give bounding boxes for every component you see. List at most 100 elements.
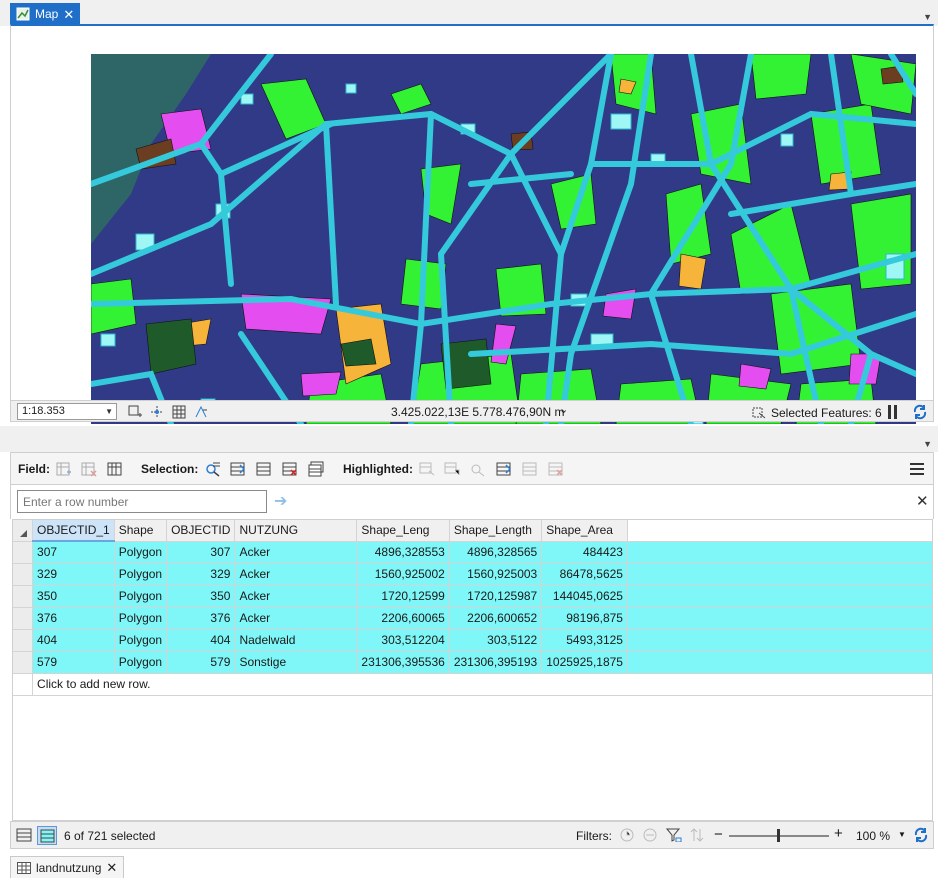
row-header[interactable] bbox=[13, 607, 34, 630]
cell-shape-area[interactable]: 5493,3125 bbox=[541, 629, 628, 652]
cell-shape-area[interactable]: 98196,875 bbox=[541, 607, 628, 630]
selected-features[interactable]: Selected Features: 6 bbox=[751, 405, 882, 420]
cell-shape-leng[interactable]: 2206,60065 bbox=[356, 607, 450, 630]
sort-arrows-icon[interactable] bbox=[689, 827, 705, 842]
cell-shape-leng[interactable]: 1720,12599 bbox=[356, 585, 450, 608]
cell-objectid[interactable]: 579 bbox=[166, 651, 236, 674]
row-header[interactable] bbox=[13, 629, 34, 652]
grid-add-icon[interactable] bbox=[127, 404, 143, 419]
col-header-shape-leng[interactable]: Shape_Leng bbox=[356, 520, 450, 542]
row-number-input[interactable] bbox=[17, 490, 267, 513]
cell-nutzung[interactable]: Acker bbox=[234, 563, 358, 586]
cell-objectid-1[interactable]: 350 bbox=[32, 585, 115, 608]
zoom-to-highlighted-icon[interactable] bbox=[419, 461, 435, 477]
pause-icon[interactable] bbox=[887, 405, 899, 419]
close-icon[interactable]: ✕ bbox=[916, 492, 929, 510]
cell-shape-area[interactable]: 484423 bbox=[541, 541, 628, 564]
cell-shape[interactable]: Polygon bbox=[114, 607, 168, 630]
snapping-icon[interactable] bbox=[149, 404, 165, 419]
refresh-icon[interactable] bbox=[912, 826, 930, 844]
zoom-out-button[interactable]: − bbox=[714, 826, 723, 843]
cell-objectid-1[interactable]: 579 bbox=[32, 651, 115, 674]
col-header-shape-area[interactable]: Shape_Area bbox=[541, 520, 628, 542]
cell-shape-leng[interactable]: 4896,328553 bbox=[356, 541, 450, 564]
cell-shape[interactable]: Polygon bbox=[114, 563, 168, 586]
col-header-objectid-1[interactable]: OBJECTID_1 bbox=[32, 520, 115, 542]
select-by-attributes-icon[interactable] bbox=[205, 461, 221, 477]
cell-objectid-1[interactable]: 404 bbox=[32, 629, 115, 652]
row-header[interactable] bbox=[13, 541, 34, 564]
cell-shape-length[interactable]: 2206,600652 bbox=[449, 607, 543, 630]
refresh-icon[interactable] bbox=[911, 403, 929, 421]
add-row[interactable]: Click to add new row. bbox=[13, 673, 932, 696]
flash-highlighted-icon[interactable] bbox=[470, 461, 486, 477]
chevron-down-icon[interactable]: ⌄ bbox=[559, 403, 568, 416]
constraints-icon[interactable] bbox=[193, 404, 209, 419]
add-field-icon[interactable] bbox=[56, 461, 72, 477]
cell-nutzung[interactable]: Sonstige bbox=[234, 651, 358, 674]
time-filter-icon[interactable] bbox=[619, 827, 635, 842]
delete-highlighted-icon[interactable] bbox=[548, 461, 564, 477]
row-header[interactable] bbox=[13, 673, 34, 696]
col-header-objectid[interactable]: OBJECTID bbox=[166, 520, 236, 542]
table-row[interactable]: 329 Polygon 329 Acker 1560,925002 1560,9… bbox=[13, 563, 932, 586]
cell-objectid[interactable]: 350 bbox=[166, 585, 236, 608]
table-row[interactable]: 404 Polygon 404 Nadelwald 303,512204 303… bbox=[13, 629, 932, 652]
chevron-down-icon[interactable]: ▼ bbox=[105, 404, 113, 419]
col-header-nutzung[interactable]: NUTZUNG bbox=[234, 520, 358, 542]
delete-field-icon[interactable] bbox=[81, 461, 97, 477]
cell-shape-leng[interactable]: 231306,395536 bbox=[356, 651, 450, 674]
chevron-down-icon[interactable]: ▼ bbox=[923, 439, 932, 449]
col-header-shape[interactable]: Shape bbox=[114, 520, 168, 542]
cell-shape-length[interactable]: 303,5122 bbox=[449, 629, 543, 652]
col-header-shape-length[interactable]: Shape_Length bbox=[449, 520, 543, 542]
add-row-prompt[interactable]: Click to add new row. bbox=[32, 673, 932, 696]
row-header[interactable] bbox=[13, 651, 34, 674]
close-icon[interactable]: ✕ bbox=[106, 861, 117, 874]
chevron-down-icon[interactable]: ▼ bbox=[898, 830, 906, 839]
cell-objectid-1[interactable]: 376 bbox=[32, 607, 115, 630]
cell-objectid[interactable]: 307 bbox=[166, 541, 236, 564]
cell-shape-length[interactable]: 1720,125987 bbox=[449, 585, 543, 608]
row-header[interactable] bbox=[13, 585, 34, 608]
filter-extent-icon[interactable] bbox=[666, 827, 682, 842]
zoom-in-button[interactable]: + bbox=[834, 825, 843, 842]
calculate-field-icon[interactable] bbox=[107, 461, 123, 477]
cell-nutzung[interactable]: Nadelwald bbox=[234, 629, 358, 652]
menu-icon[interactable] bbox=[910, 463, 924, 475]
switch-selection-icon[interactable] bbox=[230, 461, 246, 477]
cell-objectid[interactable]: 404 bbox=[166, 629, 236, 652]
cell-shape-length[interactable]: 4896,328565 bbox=[449, 541, 543, 564]
arrow-right-icon[interactable]: ➔ bbox=[274, 491, 287, 511]
table-row[interactable]: 350 Polygon 350 Acker 1720,12599 1720,12… bbox=[13, 585, 932, 608]
range-filter-icon[interactable] bbox=[642, 827, 658, 842]
delete-selected-icon[interactable] bbox=[308, 461, 324, 477]
grid-icon[interactable] bbox=[171, 404, 187, 419]
tab-landnutzung[interactable]: landnutzung ✕ bbox=[10, 856, 125, 878]
cell-objectid-1[interactable]: 329 bbox=[32, 563, 115, 586]
table-row[interactable]: 307 Polygon 307 Acker 4896,328553 4896,3… bbox=[13, 541, 932, 564]
cell-shape-leng[interactable]: 303,512204 bbox=[356, 629, 450, 652]
cell-shape-area[interactable]: 86478,5625 bbox=[541, 563, 628, 586]
cell-shape[interactable]: Polygon bbox=[114, 585, 168, 608]
cell-objectid[interactable]: 329 bbox=[166, 563, 236, 586]
close-icon[interactable]: ✕ bbox=[63, 8, 74, 21]
cell-shape-area[interactable]: 144045,0625 bbox=[541, 585, 628, 608]
clear-selection-icon[interactable] bbox=[282, 461, 298, 477]
table-row[interactable]: 376 Polygon 376 Acker 2206,60065 2206,60… bbox=[13, 607, 932, 630]
cell-shape-area[interactable]: 1025925,1875 bbox=[541, 651, 628, 674]
zoom-percent[interactable]: 100 % bbox=[856, 829, 890, 843]
cell-shape[interactable]: Polygon bbox=[114, 541, 168, 564]
map-view[interactable] bbox=[10, 24, 934, 424]
cell-nutzung[interactable]: Acker bbox=[234, 541, 358, 564]
table-row[interactable]: 579 Polygon 579 Sonstige 231306,395536 2… bbox=[13, 651, 932, 674]
scale-selector[interactable]: 1:18.353 ▼ bbox=[17, 403, 117, 420]
show-all-records-icon[interactable] bbox=[14, 826, 34, 845]
cell-shape[interactable]: Polygon bbox=[114, 629, 168, 652]
cell-shape-length[interactable]: 1560,925003 bbox=[449, 563, 543, 586]
zoom-slider-handle[interactable] bbox=[777, 829, 780, 842]
chevron-down-icon[interactable]: ▼ bbox=[923, 12, 932, 22]
cell-shape-length[interactable]: 231306,395193 bbox=[449, 651, 543, 674]
tab-map[interactable]: Map ✕ bbox=[10, 3, 81, 25]
cell-objectid[interactable]: 376 bbox=[166, 607, 236, 630]
